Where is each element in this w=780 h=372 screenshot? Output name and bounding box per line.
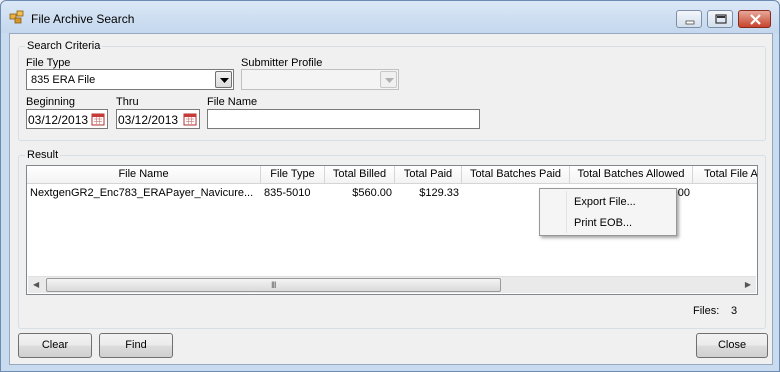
cell-total-billed: $560.00 bbox=[352, 187, 392, 199]
scrollbar-thumb[interactable]: III bbox=[46, 278, 501, 292]
beginning-date-field[interactable]: 03/12/2013 bbox=[26, 109, 108, 129]
context-menu: Export File... Print EOB... bbox=[539, 188, 677, 236]
minimize-button[interactable] bbox=[676, 10, 702, 28]
cell-file-name: NextgenGR2_Enc783_ERAPayer_Navicure... bbox=[30, 187, 254, 199]
thru-label: Thru bbox=[116, 96, 139, 108]
scroll-left-icon[interactable]: ◀ bbox=[33, 280, 39, 289]
thru-date-field[interactable]: 03/12/2013 bbox=[116, 109, 200, 129]
close-button[interactable]: Close bbox=[696, 333, 768, 358]
column-header-total-batches-paid[interactable]: Total Batches Paid bbox=[462, 166, 570, 184]
result-title: Result bbox=[25, 149, 61, 161]
thru-date-value: 03/12/2013 bbox=[118, 113, 179, 127]
menu-item-print-eob[interactable]: Print EOB... bbox=[574, 217, 632, 229]
find-button[interactable]: Find bbox=[99, 333, 173, 358]
minimize-icon bbox=[685, 20, 695, 25]
chevron-down-icon[interactable] bbox=[380, 71, 397, 88]
search-criteria-title: Search Criteria bbox=[25, 40, 103, 52]
grip-icon: III bbox=[271, 280, 276, 290]
grid-header: File Name File Type Total Billed Total P… bbox=[27, 166, 757, 184]
column-header-total-file-allowed[interactable]: Total File Al bbox=[693, 166, 757, 184]
column-header-total-batches-allowed[interactable]: Total Batches Allowed bbox=[570, 166, 693, 184]
cell-total-file-allowed bbox=[693, 184, 757, 202]
close-window-button[interactable] bbox=[738, 10, 771, 28]
maximize-icon bbox=[715, 14, 727, 24]
scroll-right-icon[interactable]: ▶ bbox=[745, 280, 751, 289]
column-header-total-paid[interactable]: Total Paid bbox=[395, 166, 462, 184]
close-icon bbox=[750, 14, 761, 25]
clear-button[interactable]: Clear bbox=[18, 333, 92, 358]
column-header-total-billed[interactable]: Total Billed bbox=[325, 166, 395, 184]
cell-file-type: 835-5010 bbox=[264, 187, 311, 199]
window-title: File Archive Search bbox=[31, 12, 135, 26]
submitter-profile-label: Submitter Profile bbox=[241, 57, 323, 69]
menu-item-export-file[interactable]: Export File... bbox=[574, 196, 636, 208]
horizontal-scrollbar[interactable]: ◀ III ▶ bbox=[28, 276, 756, 293]
files-count-label: Files: bbox=[693, 305, 720, 317]
files-count-value: 3 bbox=[731, 305, 738, 317]
column-header-file-name[interactable]: File Name bbox=[27, 166, 261, 184]
file-archive-search-window: File Archive Search Search Criteria File… bbox=[0, 0, 780, 372]
file-name-label: File Name bbox=[207, 96, 258, 108]
title-bar[interactable]: File Archive Search bbox=[1, 1, 779, 33]
calendar-icon[interactable] bbox=[183, 112, 197, 126]
submitter-profile-select[interactable] bbox=[241, 69, 399, 90]
chevron-down-icon[interactable] bbox=[215, 71, 232, 88]
beginning-date-value: 03/12/2013 bbox=[28, 113, 89, 127]
file-name-input[interactable] bbox=[207, 109, 480, 129]
calendar-icon[interactable] bbox=[91, 112, 105, 126]
file-type-value: 835 ERA File bbox=[31, 74, 96, 86]
file-type-label: File Type bbox=[26, 57, 71, 69]
app-icon bbox=[9, 10, 24, 24]
column-header-file-type[interactable]: File Type bbox=[261, 166, 325, 184]
cell-total-paid: $129.33 bbox=[419, 187, 459, 199]
maximize-button[interactable] bbox=[707, 10, 733, 28]
context-menu-divider bbox=[566, 191, 567, 233]
file-type-select[interactable]: 835 ERA File bbox=[26, 69, 234, 90]
beginning-label: Beginning bbox=[26, 96, 75, 108]
